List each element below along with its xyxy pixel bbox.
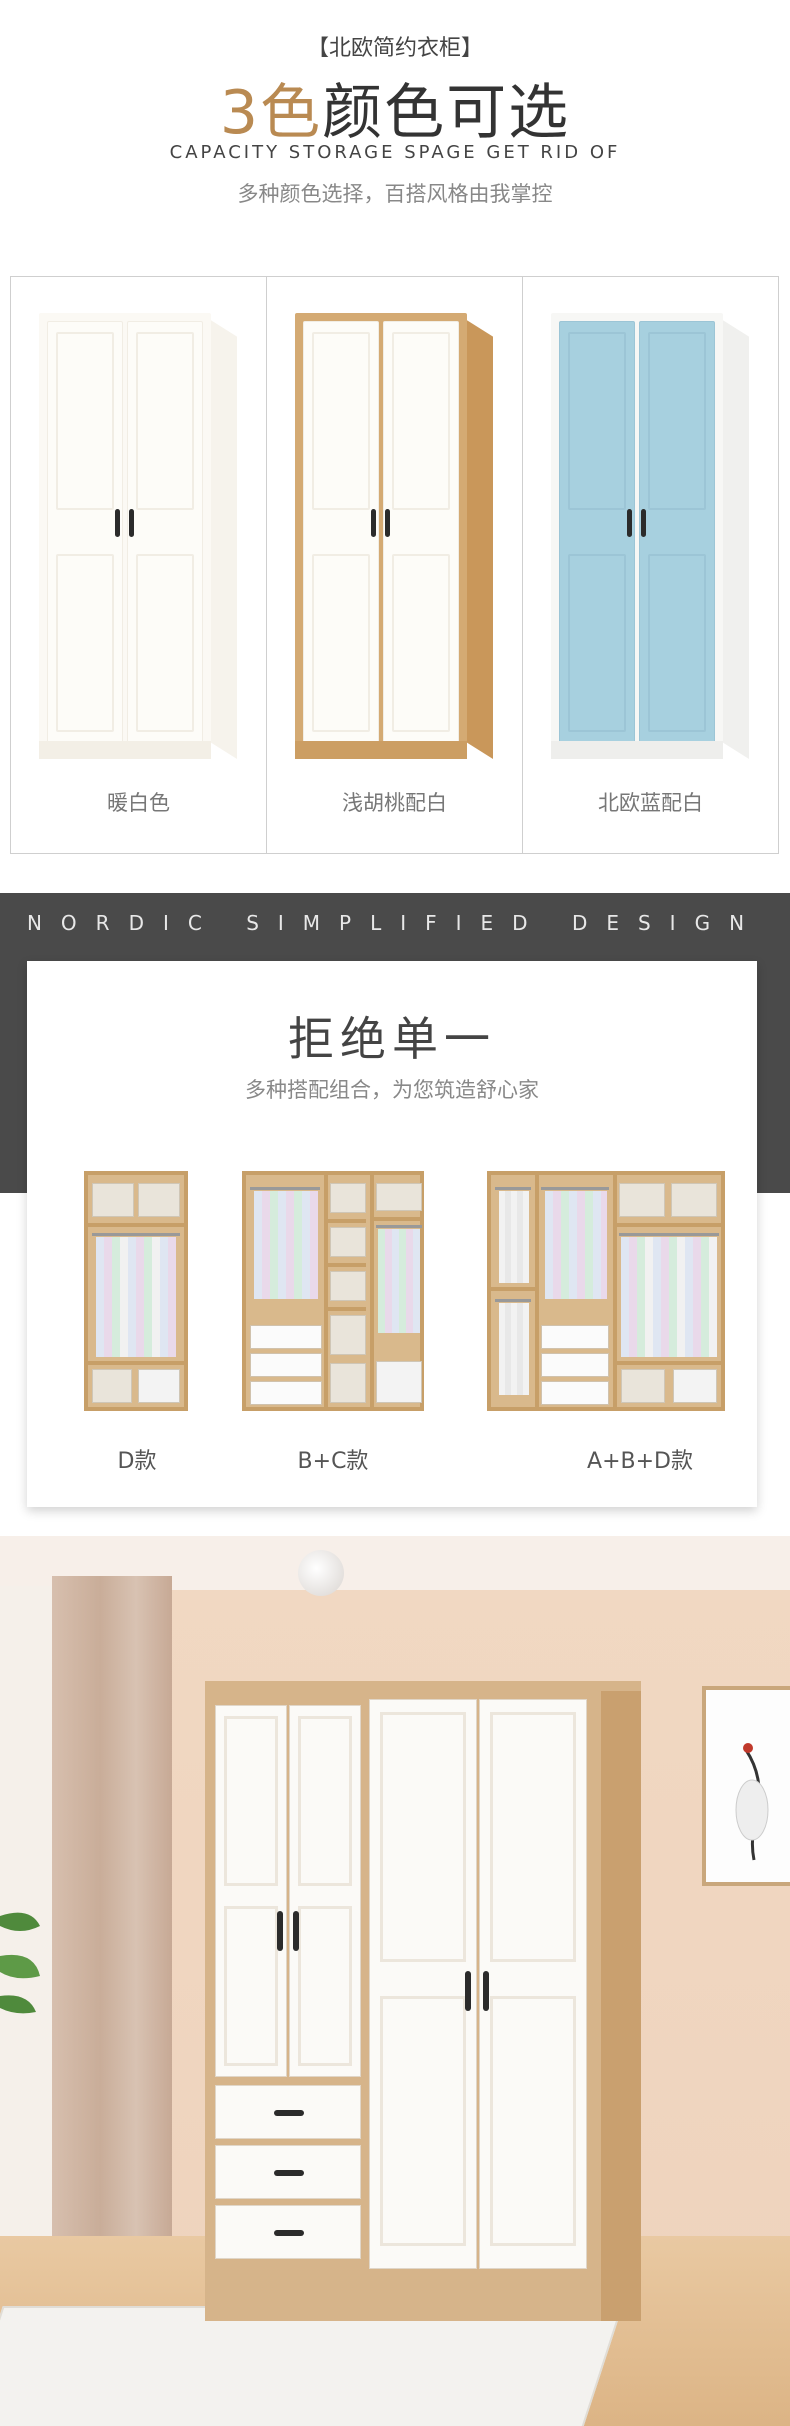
hanging-clothes [499,1303,529,1395]
color-label: 浅胡桃配白 [342,791,447,815]
color-options: 暖白色 浅胡桃配白 北欧蓝配白 [10,276,779,854]
wardrobe-door [303,321,379,743]
rug [0,2306,623,2426]
drawer [250,1381,322,1405]
wardrobe-front [39,313,211,759]
page-title: 3色颜色可选 [0,64,790,151]
handle-icon [277,1911,283,1951]
wardrobe-door [369,1699,477,2269]
wardrobe-door [289,1705,361,2077]
cabinet-interior [242,1171,424,1411]
wardrobe-plinth [39,741,211,759]
drawer [215,2145,361,2199]
color-option-warm-white[interactable]: 暖白色 [11,277,266,853]
folded-clothes [330,1271,366,1301]
crane-icon [735,1743,769,1861]
folded-clothes [92,1183,134,1217]
folded-clothes [376,1183,422,1211]
card-title: 拒绝单一 [288,1012,496,1066]
drawer-pull-icon [274,2110,304,2116]
wardrobe-front [551,313,723,759]
color-label: 北欧蓝配白 [598,791,703,815]
handle-icon [385,509,390,537]
handle-icon [465,1971,471,2011]
storage-box [138,1369,180,1403]
pendant-lamp-icon [298,1550,344,1596]
wardrobe-plinth [295,741,467,759]
handle-icon [627,509,632,537]
option-label: B+C款 [297,1449,369,1474]
color-option-walnut-white[interactable]: 浅胡桃配白 [266,277,522,853]
drawer [250,1325,322,1349]
handle-icon [129,509,134,537]
wardrobe-in-room [205,1681,641,2321]
combination-card: 拒绝单一 多种搭配组合，为您筑造舒心家 D款 B+C款 A+B+D款 [27,961,757,1507]
header-subtitle: 多种颜色选择，百搭风格由我掌控 [237,182,553,206]
drawer [215,2085,361,2139]
curtain [52,1576,172,2276]
hanging-clothes [254,1191,318,1299]
title-accent: 3色 [219,78,323,148]
wardrobe-walnut-white [295,313,493,759]
storage-box [92,1369,132,1403]
cabinet-interior [84,1171,188,1411]
color-label: 暖白色 [107,791,170,815]
drawer [541,1381,609,1405]
drawer [250,1353,322,1377]
drawer [215,2205,361,2259]
folded-clothes [619,1183,665,1217]
storage-box [621,1369,665,1403]
wardrobe-door [47,321,123,743]
wardrobe-side [465,319,493,759]
folded-clothes [330,1183,366,1213]
option-label: A+B+D款 [587,1449,693,1474]
handle-icon [293,1911,299,1951]
handle-icon [115,509,120,537]
wardrobe-front [295,313,467,759]
color-option-nordic-blue[interactable]: 北欧蓝配白 [522,277,778,853]
folded-clothes [671,1183,717,1217]
wardrobe-side [209,319,237,759]
drawer-pull-icon [274,2230,304,2236]
drawer-pull-icon [274,2170,304,2176]
plant-icon [0,1912,40,2014]
wardrobe-warm-white [39,313,237,759]
hanging-clothes [545,1191,607,1299]
hanging-clothes [621,1237,717,1357]
card-subtitle: 多种搭配组合，为您筑造舒心家 [245,1078,539,1102]
wardrobe-door [479,1699,587,2269]
handle-icon [371,509,376,537]
folded-clothes [330,1227,366,1257]
wardrobe-door [215,1705,287,2077]
storage-box [376,1361,422,1403]
cabinet-interior [487,1171,725,1411]
hanging-clothes [96,1237,176,1357]
folded-clothes [330,1315,366,1355]
wall-picture [702,1686,790,1886]
header: 【北欧简约衣柜】 3色颜色可选 CAPACITY STORAGE SPAGE G… [0,0,790,250]
title-rest: 颜色可选 [322,78,571,148]
folded-clothes [138,1183,180,1217]
wardrobe-door [559,321,635,743]
handle-icon [641,509,646,537]
drawer [541,1325,609,1349]
wardrobe-door [127,321,203,743]
storage-box [673,1369,717,1403]
wardrobe-nordic-blue [551,313,749,759]
wardrobe-door [383,321,459,743]
banner-english: NORDIC SIMPLIFIED DESIGN [26,911,764,935]
header-english: CAPACITY STORAGE SPAGE GET RID OF [169,142,621,163]
drawer [541,1353,609,1377]
header-tag: 【北欧简约衣柜】 [306,36,483,61]
wardrobe-door [639,321,715,743]
storage-box [330,1363,366,1403]
wardrobe-plinth [551,741,723,759]
room-scene [0,1536,790,2426]
handle-icon [483,1971,489,2011]
option-label: D款 [117,1449,157,1474]
hanging-clothes [499,1191,529,1283]
wardrobe-side [721,319,749,759]
hanging-clothes [378,1229,420,1333]
